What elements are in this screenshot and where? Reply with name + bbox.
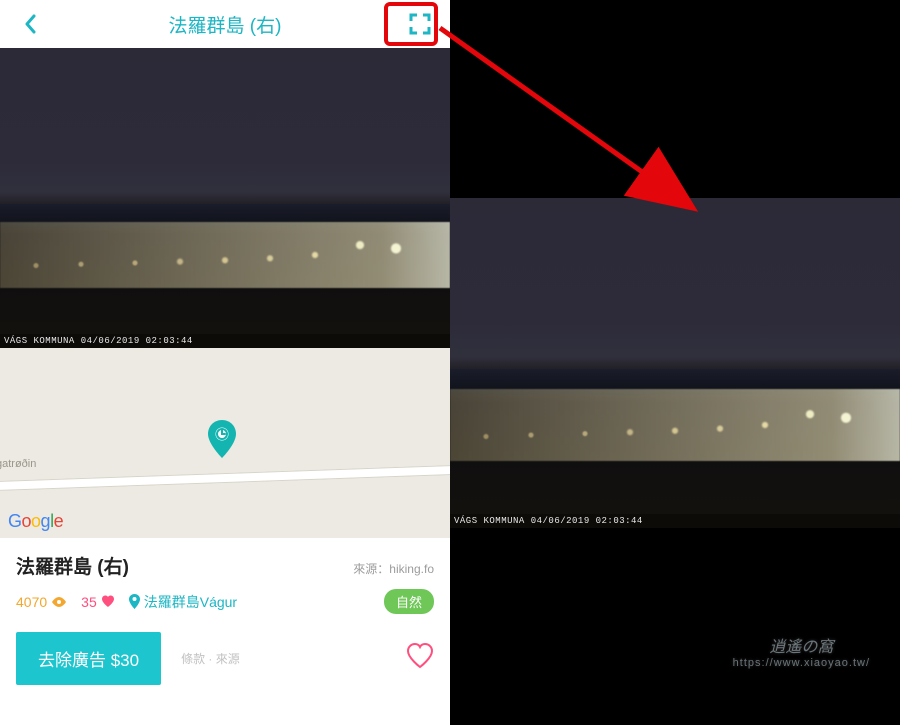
remove-ads-button[interactable]: 去除廣告 $30: [16, 632, 161, 685]
map-pin-icon[interactable]: [207, 420, 237, 463]
source-label: 來源：hiking.fo: [353, 560, 434, 577]
phone-portrait-view: 法羅群島 (右) VÁGS KOMMUNA 04/06/2019 02:03:4…: [0, 0, 450, 725]
webcam-night-scene-fullscreen: VÁGS KOMMUNA 04/06/2019 02:03:44: [450, 198, 900, 528]
location-link[interactable]: 法羅群島Vágur: [129, 592, 237, 612]
eye-icon: [51, 596, 67, 608]
favorite-button[interactable]: [406, 643, 434, 674]
footer-links[interactable]: 條款 · 來源: [181, 650, 240, 667]
map-road: [0, 464, 450, 493]
webcam-night-scene: VÁGS KOMMUNA 04/06/2019 02:03:44: [0, 48, 450, 348]
pin-icon: [129, 594, 140, 609]
webcam-timestamp-fullscreen: VÁGS KOMMUNA 04/06/2019 02:03:44: [450, 514, 900, 528]
webcam-timestamp: VÁGS KOMMUNA 04/06/2019 02:03:44: [0, 334, 450, 348]
phone-fullscreen-view[interactable]: VÁGS KOMMUNA 04/06/2019 02:03:44: [450, 0, 900, 725]
like-count: 35: [81, 594, 115, 610]
chevron-left-icon: [23, 14, 37, 34]
bottom-bar: 去除廣告 $30 條款 · 來源: [0, 618, 450, 685]
map-road-label: gatrøðin: [0, 458, 36, 470]
webcam-image[interactable]: VÁGS KOMMUNA 04/06/2019 02:03:44: [0, 48, 450, 348]
google-attribution: Google: [8, 511, 63, 532]
info-section: 法羅群島 (右) 來源：hiking.fo 4070 35: [0, 538, 450, 618]
view-count: 4070: [16, 594, 67, 610]
location-title: 法羅群島 (右): [16, 552, 129, 579]
category-tag[interactable]: 自然: [384, 589, 434, 614]
header-bar: 法羅群島 (右): [0, 0, 450, 48]
heart-outline-icon: [406, 643, 434, 669]
map-view[interactable]: gatrøðin Google: [0, 348, 450, 538]
page-title: 法羅群島 (右): [169, 11, 282, 38]
heart-icon: [101, 595, 115, 608]
back-button[interactable]: [16, 10, 44, 38]
annotation-highlight-box: [384, 2, 438, 46]
